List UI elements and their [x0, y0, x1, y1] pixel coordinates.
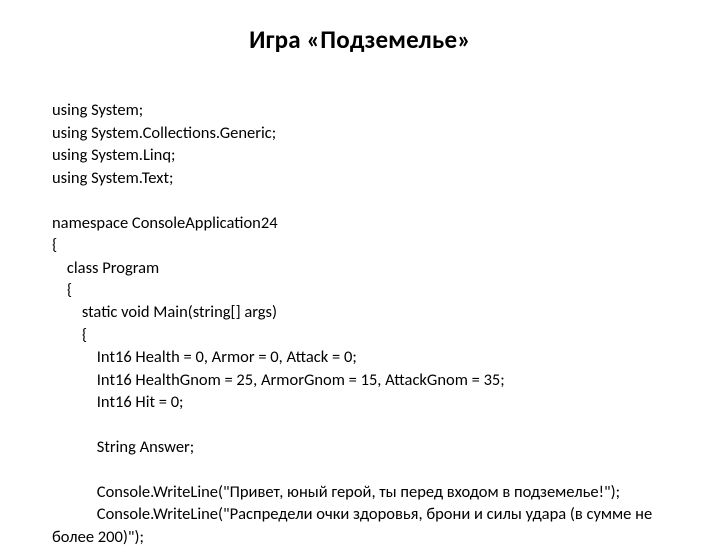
code-line: Console.WriteLine("Распредели очки здоро… [52, 504, 656, 546]
code-line: namespace ConsoleApplication24 [52, 213, 278, 233]
code-line: { [52, 280, 72, 300]
code-line: using System.Linq; [52, 145, 175, 165]
slide-title: Игра «Подземелье» [52, 24, 668, 55]
code-line: Int16 HealthGnom = 25, ArmorGnom = 15, A… [52, 370, 505, 390]
code-line: Int16 Hit = 0; [52, 392, 183, 412]
code-line: String Answer; [52, 437, 194, 457]
code-line: using System.Text; [52, 168, 173, 188]
code-line: { [52, 325, 87, 345]
code-block: using System; using System.Collections.G… [52, 77, 668, 548]
code-line: static void Main(string[] args) [52, 302, 277, 322]
code-line: Console.WriteLine("Привет, юный герой, т… [52, 482, 620, 502]
code-line: { [52, 235, 57, 255]
code-line: class Program [52, 258, 159, 278]
code-line: Int16 Health = 0, Armor = 0, Attack = 0; [52, 347, 357, 367]
code-line: using System.Collections.Generic; [52, 123, 276, 143]
slide: Игра «Подземелье» using System; using Sy… [0, 0, 720, 540]
code-line: using System; [52, 100, 143, 120]
